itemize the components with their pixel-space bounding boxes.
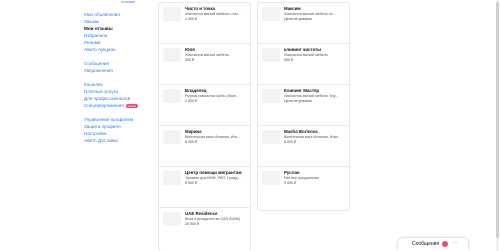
sidebar-item-notifications[interactable]: Уведомления — [84, 68, 113, 73]
sidebar-item-for-pros[interactable]: Для профессионалов — [84, 96, 130, 101]
sidebar-item-favorites[interactable]: Избранное — [84, 33, 107, 38]
card-title: Юля — [185, 47, 195, 52]
card-thumbnail — [163, 212, 181, 226]
sidebar-item-wallet[interactable]: Кошелёк — [84, 82, 103, 87]
card-description: Экзамен для ВНЖ, РВП, Гражд... — [185, 176, 241, 180]
card-thumbnail — [262, 130, 280, 144]
card-description: Химчистка мягкой мебели. Клу... — [284, 94, 339, 98]
messages-label: Сообщения — [412, 241, 440, 247]
card-thumbnail — [163, 48, 181, 62]
reviews-link[interactable]: отзывов — [121, 0, 135, 4]
card-price: Цена не указана — [284, 17, 312, 21]
messages-widget[interactable]: Сообщения ··· — [398, 238, 468, 251]
sidebar-item-special-offers[interactable]: Спецпредложения Новое — [84, 103, 139, 108]
sidebar-item-resume[interactable]: Резюме — [84, 40, 101, 45]
card-title: Руслан — [284, 170, 300, 175]
review-card[interactable]: Марина Шенгенская виза Испания, Ита... 8… — [158, 125, 251, 170]
review-card[interactable]: Максим Химчистка мягкой мебели на ... Це… — [257, 2, 350, 47]
review-card[interactable]: Чисто и точка Химчистка мягкой мебели с … — [158, 2, 251, 47]
review-card[interactable]: Центр помощи мигрантам Экзамен для ВНЖ, … — [158, 166, 251, 211]
card-price: 8 000 ₽ — [185, 140, 198, 144]
review-card[interactable]: Юля Химчистка мягкой мебели 200 ₽ — [158, 43, 251, 88]
card-thumbnail — [262, 7, 280, 21]
card-price: 8 000 ₽ — [284, 140, 297, 144]
review-card[interactable]: Клининг Мастер Химчистка мягкой мебели. … — [257, 84, 350, 129]
review-card[interactable]: Владелец Ручная химчистка шубы (Экол... … — [158, 84, 251, 129]
card-price: 1 000 ₽ — [185, 17, 198, 21]
card-thumbnail — [262, 89, 280, 103]
card-price: Цена не указана — [284, 99, 312, 103]
sidebar-item-paid-services[interactable]: Платные услуги — [84, 89, 118, 94]
card-title: Чисто и точка — [185, 6, 215, 11]
card-description: Виза и резидентство ОАЭ (ВНЖ) — [185, 217, 240, 221]
card-title: Владелец — [185, 88, 207, 93]
sidebar-item-label: Спецпредложения — [84, 103, 124, 108]
card-description: Химчистка мягкой мебели — [284, 53, 328, 57]
sidebar-item-profile-management[interactable]: Управление профилем — [84, 117, 133, 122]
card-title: Клининг Мастер — [284, 88, 320, 93]
card-title: Центр помощи мигрантам — [185, 170, 242, 175]
card-description: Шенгенская виза Испания, Итал... — [284, 135, 341, 139]
sidebar-item-my-reviews[interactable]: Мои отзывы — [84, 26, 113, 31]
card-thumbnail — [262, 171, 280, 185]
card-price: 200 ₽ — [185, 58, 195, 62]
card-thumbnail — [163, 89, 181, 103]
card-thumbnail — [163, 7, 181, 21]
card-title: Марина — [185, 129, 202, 134]
new-badge: Новое — [125, 103, 139, 108]
card-description: Химчистка мягкой мебели с нат... — [185, 12, 241, 16]
review-card[interactable]: Руслан Рвп вну гражданство 9 000 ₽ — [257, 166, 350, 211]
card-description: Химчистка мягкой мебели на ... — [284, 12, 337, 16]
sidebar-item-delivery[interactable]: Авито Доставка — [84, 138, 118, 143]
sidebar-item-my-ads[interactable]: Мои объявления — [84, 12, 120, 17]
card-price: 5 500 ₽ — [185, 181, 198, 185]
sidebar-item-settings[interactable]: Настройки — [84, 131, 107, 136]
card-price: 9 000 ₽ — [284, 181, 297, 185]
sidebar-item-orders[interactable]: Заказы — [84, 19, 99, 24]
review-card[interactable]: UAE Residence Виза и резидентство ОАЭ (В… — [158, 207, 251, 251]
card-description: Химчистка мягкой мебели — [185, 53, 229, 57]
card-title: UAE Residence — [185, 211, 218, 216]
card-title: Максим — [284, 6, 301, 11]
sidebar-item-profile-protection[interactable]: Защита профиля — [84, 124, 121, 129]
card-price: 2 000 ₽ — [185, 99, 198, 103]
card-description: Шенгенская виза Испания, Ита... — [185, 135, 240, 139]
sidebar-item-messages[interactable]: Сообщения — [84, 61, 109, 66]
scrollbar-thumb[interactable] — [496, 2, 499, 238]
card-title: клининг чистоты — [284, 47, 322, 52]
card-thumbnail — [163, 171, 181, 185]
review-card[interactable]: Masha Borisova Шенгенская виза Испания, … — [257, 125, 350, 170]
card-description: Рвп вну гражданство — [284, 176, 320, 180]
review-card[interactable]: клининг чистоты Химчистка мягкой мебели … — [257, 43, 350, 88]
sidebar-item-auction[interactable]: Авито Аукцион — [84, 47, 116, 52]
more-icon[interactable]: ··· — [452, 240, 457, 246]
card-price: 500 ₽ — [284, 58, 294, 62]
card-description: Ручная химчистка шубы (Экол... — [185, 94, 240, 98]
card-thumbnail — [163, 130, 181, 144]
card-price: 25 900 ₽ — [185, 222, 200, 226]
card-thumbnail — [262, 48, 280, 62]
card-title: Masha Borisova — [284, 129, 318, 134]
unread-badge — [442, 241, 448, 247]
